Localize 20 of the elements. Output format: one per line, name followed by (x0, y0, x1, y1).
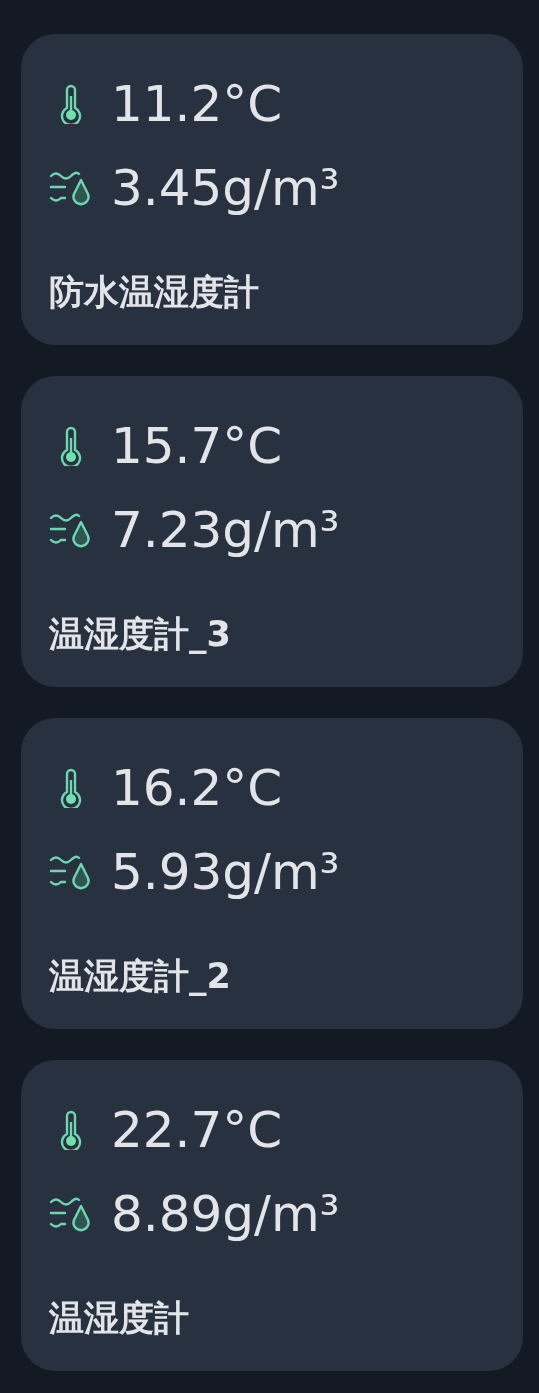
temperature-value: 22.7°C (111, 1100, 283, 1161)
humidity-value: 8.89g/m³ (111, 1184, 340, 1245)
sensor-card[interactable]: 16.2°C 5.93g/m³ 温湿度計_2 (21, 718, 523, 1029)
humidity-icon (49, 1196, 93, 1232)
sensor-card[interactable]: 15.7°C 7.23g/m³ 温湿度計_3 (21, 376, 523, 687)
humidity-value: 3.45g/m³ (111, 158, 340, 219)
sensor-name: 温湿度計 (49, 1297, 190, 1340)
temperature-value: 16.2°C (111, 758, 283, 819)
humidity-icon (49, 170, 93, 206)
temperature-value: 11.2°C (111, 74, 283, 135)
sensor-card[interactable]: 11.2°C 3.45g/m³ 防水温湿度計 (21, 34, 523, 345)
sensor-card[interactable]: 22.7°C 8.89g/m³ 温湿度計 (21, 1060, 523, 1371)
humidity-value: 7.23g/m³ (111, 500, 340, 561)
humidity-icon (49, 512, 93, 548)
humidity-value: 5.93g/m³ (111, 842, 340, 903)
humidity-icon (49, 854, 93, 890)
sensor-name: 防水温湿度計 (49, 271, 260, 314)
sensor-name: 温湿度計_3 (49, 613, 232, 656)
temperature-value: 15.7°C (111, 416, 283, 477)
sensor-name: 温湿度計_2 (49, 955, 232, 998)
